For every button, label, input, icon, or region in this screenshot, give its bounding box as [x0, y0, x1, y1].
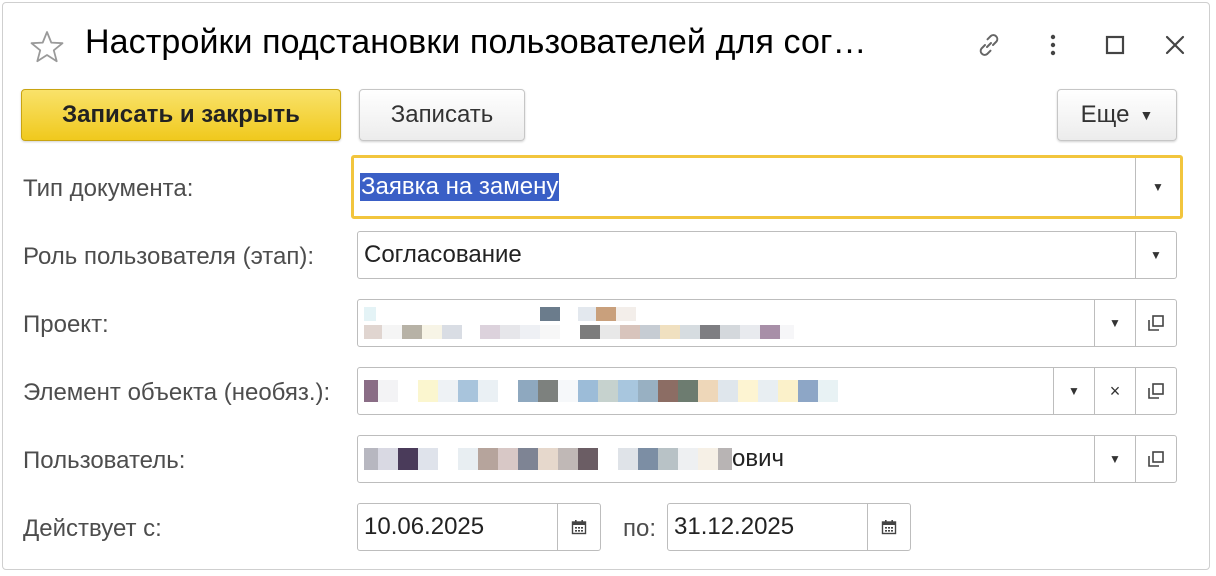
- maximize-icon[interactable]: [1095, 25, 1135, 65]
- role-field[interactable]: Согласование ▼: [357, 231, 1177, 279]
- doc-type-field[interactable]: Заявка на замену ▼: [351, 155, 1183, 219]
- doc-type-dropdown-icon[interactable]: ▼: [1135, 158, 1180, 216]
- project-redacted-value: [364, 300, 794, 346]
- doc-type-value: Заявка на замену: [360, 173, 560, 201]
- save-and-close-button[interactable]: Записать и закрыть: [21, 89, 341, 141]
- calendar-icon[interactable]: [867, 504, 910, 550]
- save-and-close-label: Записать и закрыть: [62, 101, 300, 128]
- valid-to-value: 31.12.2025: [674, 513, 795, 540]
- user-value-suffix: ович: [732, 445, 785, 472]
- more-label: Еще: [1080, 101, 1130, 128]
- object-element-dropdown-icon[interactable]: ▼: [1053, 368, 1094, 414]
- save-label: Записать: [390, 101, 494, 128]
- valid-from-field[interactable]: 10.06.2025: [357, 503, 601, 551]
- user-open-icon[interactable]: [1135, 436, 1176, 482]
- close-icon[interactable]: [1155, 25, 1195, 65]
- valid-from-value: 10.06.2025: [364, 513, 485, 540]
- object-element-open-icon[interactable]: [1135, 368, 1176, 414]
- project-label: Проект:: [23, 311, 109, 338]
- link-icon[interactable]: [969, 25, 1009, 65]
- project-open-icon[interactable]: [1135, 300, 1176, 346]
- user-dropdown-icon[interactable]: ▼: [1094, 436, 1135, 482]
- project-field[interactable]: ▼: [357, 299, 1177, 347]
- valid-to-field[interactable]: 31.12.2025: [667, 503, 911, 551]
- object-element-label: Элемент объекта (необяз.):: [23, 379, 331, 406]
- doc-type-label: Тип документа:: [23, 175, 194, 202]
- star-icon[interactable]: [29, 29, 65, 65]
- user-label: Пользователь:: [23, 447, 186, 474]
- more-vertical-icon[interactable]: [1033, 25, 1073, 65]
- window-title: Настройки подстановки пользователей для …: [85, 23, 867, 61]
- valid-to-label: по:: [623, 515, 657, 542]
- project-dropdown-icon[interactable]: ▼: [1094, 300, 1135, 346]
- user-field[interactable]: ович ▼: [357, 435, 1177, 483]
- more-button[interactable]: Еще ▼: [1057, 89, 1177, 141]
- object-element-field[interactable]: ▼ ×: [357, 367, 1177, 415]
- calendar-icon[interactable]: [557, 504, 600, 550]
- object-element-redacted-value: [364, 368, 838, 414]
- dialog-window: Настройки подстановки пользователей для …: [2, 2, 1210, 570]
- role-label: Роль пользователя (этап):: [23, 243, 315, 270]
- chevron-down-icon: ▼: [1139, 107, 1154, 123]
- save-button[interactable]: Записать: [359, 89, 525, 141]
- user-redacted-value: ович: [364, 436, 784, 482]
- role-value: Согласование: [364, 241, 522, 268]
- valid-from-label: Действует с:: [23, 515, 162, 542]
- role-dropdown-icon[interactable]: ▼: [1135, 232, 1176, 278]
- object-element-clear-icon[interactable]: ×: [1094, 368, 1135, 414]
